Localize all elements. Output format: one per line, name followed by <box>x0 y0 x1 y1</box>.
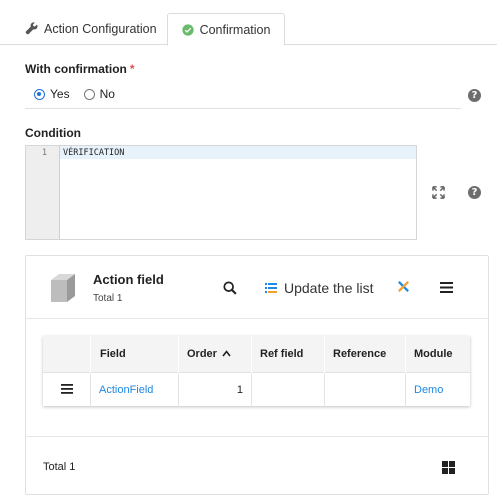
with-confirmation-text: With confirmation <box>25 62 127 76</box>
panel-title: Action field <box>93 272 164 287</box>
panel-total: Total 1 <box>93 293 123 304</box>
tab-bar: Action Configuration Confirmation <box>0 0 497 46</box>
column-header-order[interactable]: Order <box>178 336 252 373</box>
help-icon[interactable]: ? <box>468 89 481 102</box>
cell-order: 1 <box>178 372 252 407</box>
update-list-button[interactable]: Update the list <box>265 280 374 296</box>
cell-module[interactable]: Demo <box>405 372 470 407</box>
check-circle-icon <box>181 23 194 36</box>
wrench-icon <box>25 22 38 35</box>
grid-view-icon[interactable] <box>442 461 455 474</box>
drag-handle-icon <box>60 383 73 394</box>
field-underline <box>25 108 461 109</box>
column-header-handle <box>43 336 91 373</box>
action-field-panel: Action field Total 1 Update the list Fie… <box>25 255 489 495</box>
column-header-module[interactable]: Module <box>405 336 470 373</box>
cell-ref-field <box>251 372 325 407</box>
condition-help-icon[interactable]: ? <box>468 186 481 199</box>
expand-icon[interactable] <box>432 186 445 204</box>
panel-header-divider <box>26 318 488 319</box>
search-icon[interactable] <box>223 281 237 295</box>
cube-icon <box>51 274 75 302</box>
tab-action-configuration-label: Action Configuration <box>44 21 157 36</box>
tab-confirmation-label: Confirmation <box>199 22 271 37</box>
menu-icon[interactable] <box>440 282 453 293</box>
footer-total: Total 1 <box>43 461 76 473</box>
sort-ascending-icon <box>222 350 231 357</box>
radio-yes-label: Yes <box>50 87 70 101</box>
update-list-label: Update the list <box>284 280 374 296</box>
required-mark: * <box>129 62 135 76</box>
radio-no[interactable]: No <box>83 87 115 101</box>
panel-footer-divider <box>26 436 488 437</box>
cell-reference <box>324 372 406 407</box>
row-drag-handle[interactable] <box>43 372 91 407</box>
code-line[interactable]: VÉRIFICATION <box>63 148 124 158</box>
radio-yes-circle[interactable] <box>34 88 45 100</box>
cell-field[interactable]: ActionField <box>90 372 179 407</box>
column-header-reference[interactable]: Reference <box>324 336 406 373</box>
list-icon <box>265 283 277 293</box>
condition-code-editor[interactable]: 1 VÉRIFICATION <box>25 145 417 240</box>
table-row[interactable]: ActionField 1 Demo <box>43 372 470 407</box>
action-field-grid: Field Order Ref field Reference Module A… <box>43 336 470 407</box>
confirmation-radio-group: Yes No <box>34 87 129 101</box>
radio-yes[interactable]: Yes <box>34 87 70 101</box>
column-header-field[interactable]: Field <box>90 336 179 373</box>
column-header-order-label: Order <box>187 348 217 360</box>
tools-icon[interactable] <box>397 280 410 293</box>
radio-no-circle[interactable] <box>83 88 95 100</box>
radio-no-label: No <box>99 87 115 101</box>
condition-label: Condition <box>25 126 81 140</box>
column-header-ref-field[interactable]: Ref field <box>251 336 325 373</box>
editor-gutter: 1 <box>26 146 60 239</box>
tab-confirmation[interactable]: Confirmation <box>167 13 285 46</box>
line-number: 1 <box>41 148 47 158</box>
grid-header-row: Field Order Ref field Reference Module <box>43 336 470 373</box>
with-confirmation-label: With confirmation * <box>25 62 135 76</box>
tab-action-configuration[interactable]: Action Configuration <box>25 13 157 44</box>
